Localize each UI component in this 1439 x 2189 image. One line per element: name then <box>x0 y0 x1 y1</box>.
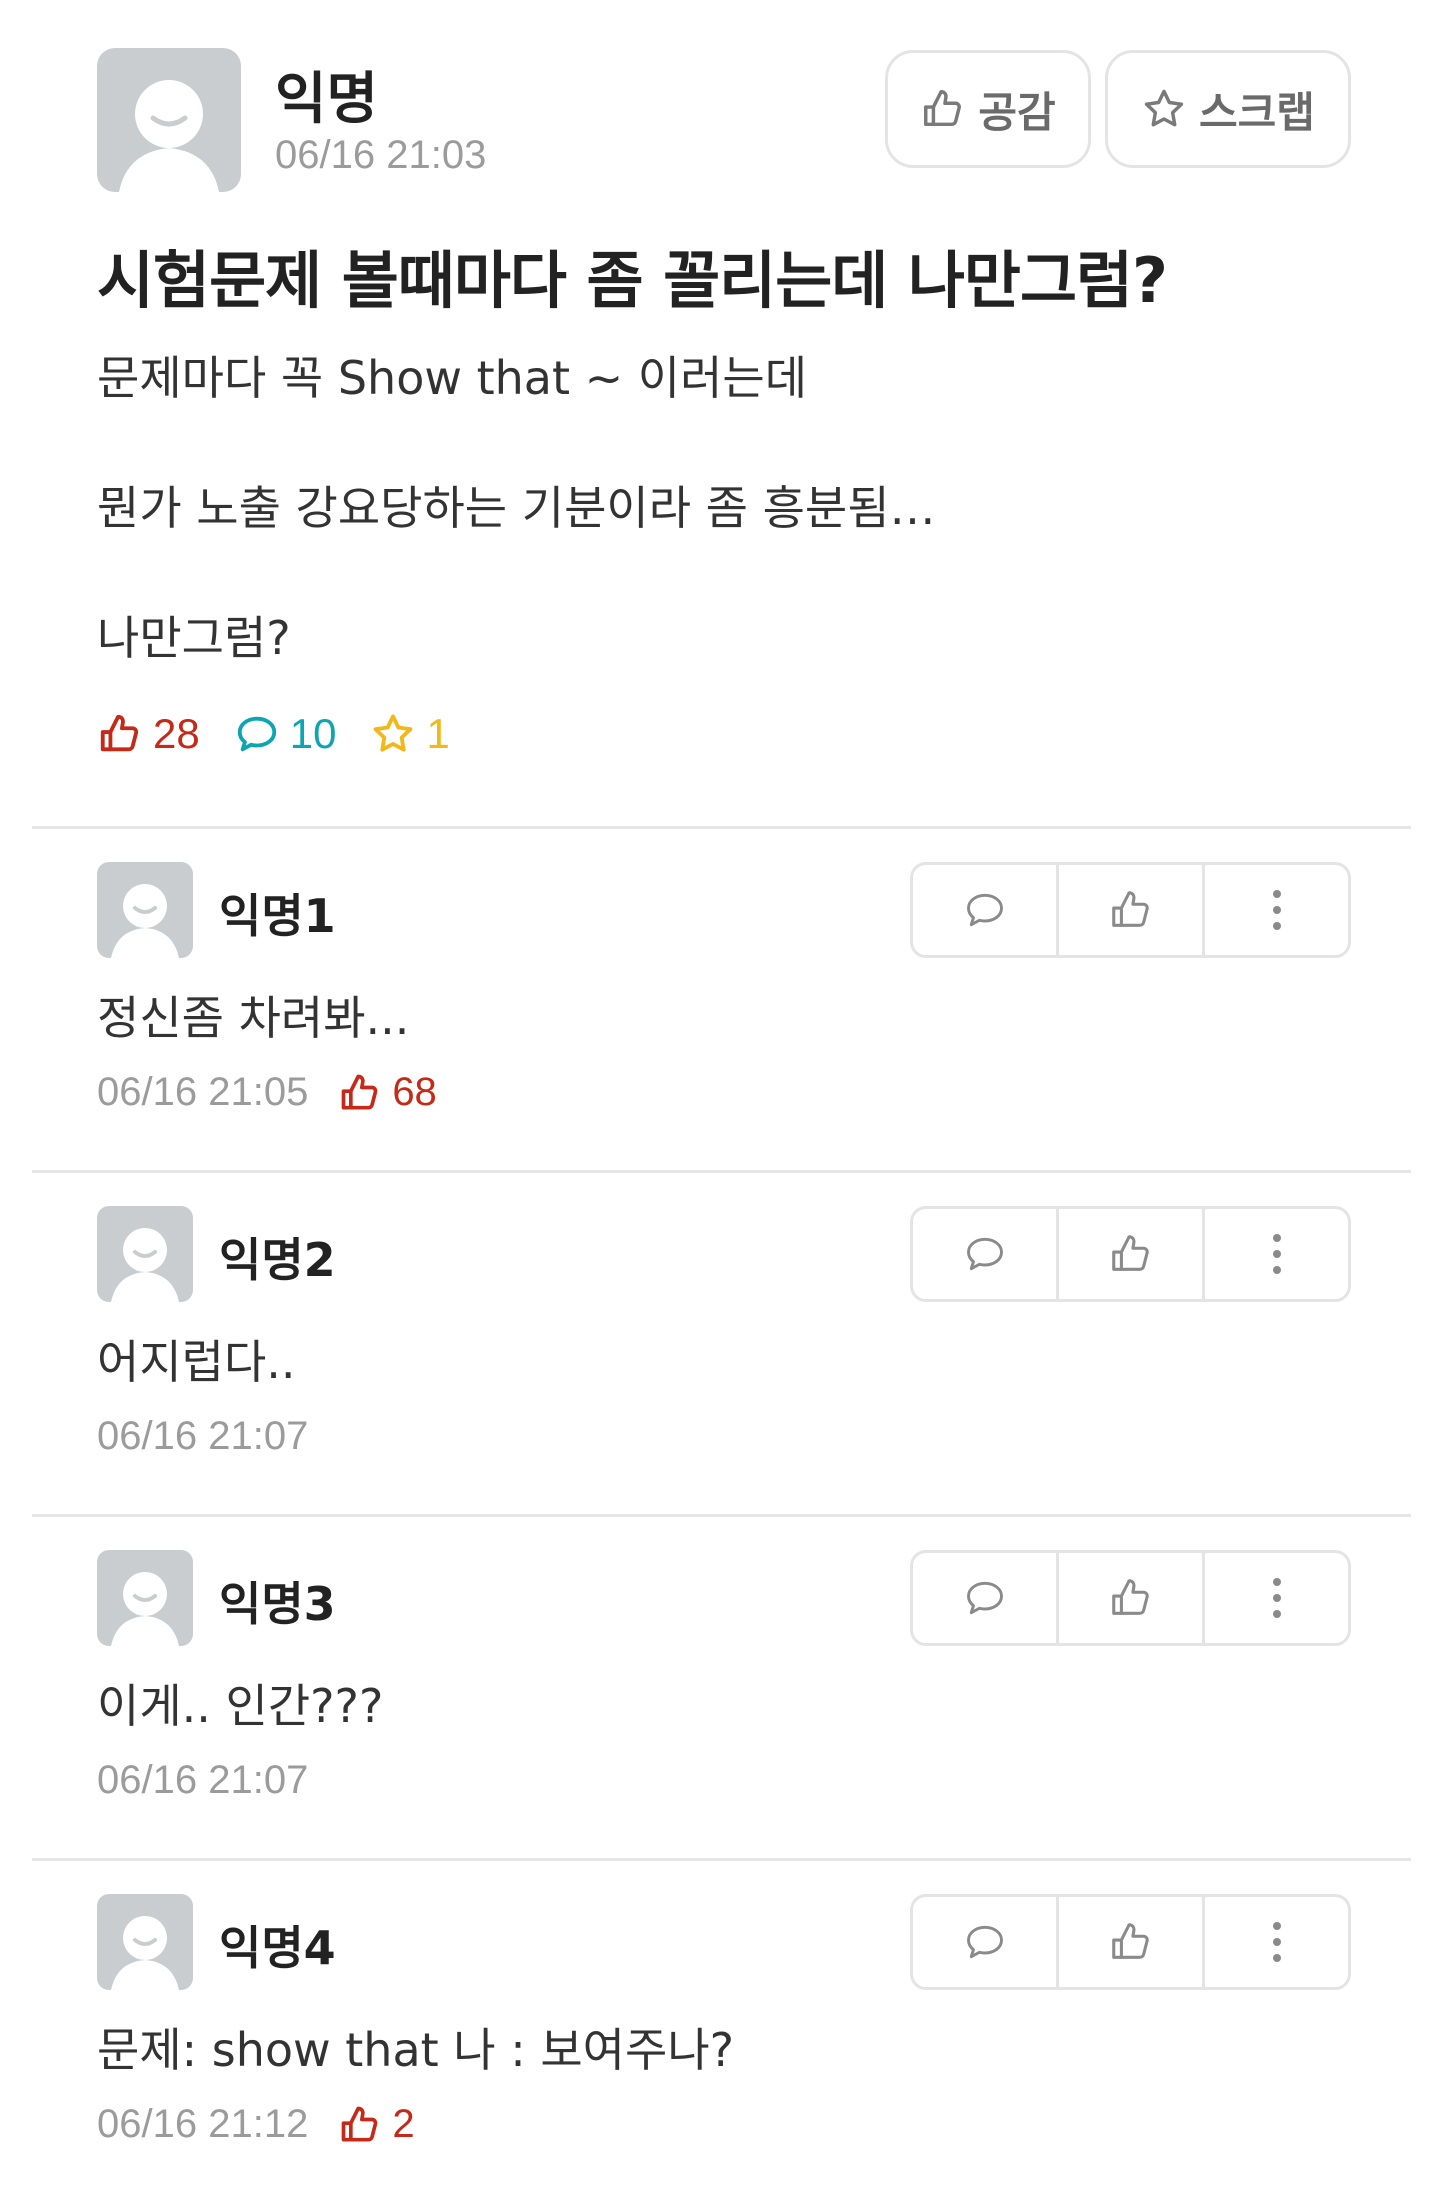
comment-text: 어지럽다.. <box>97 1335 296 1389</box>
more-options-button[interactable] <box>1205 1209 1348 1299</box>
more-options-button[interactable] <box>1205 1897 1348 1987</box>
comment-meta: 06/16 21:07 <box>97 1414 338 1459</box>
divider <box>32 1858 1411 1861</box>
reply-button[interactable] <box>913 1209 1059 1299</box>
like-comment-button[interactable] <box>1059 1553 1205 1643</box>
comment-author: 익명4 <box>219 1921 336 1975</box>
like-post-button[interactable]: 공감 <box>885 50 1091 168</box>
like-comment-button[interactable] <box>1059 1209 1205 1299</box>
thumbs-up-icon <box>1108 887 1154 933</box>
comment-like-count: 2 <box>338 2102 415 2147</box>
divider <box>32 1170 1411 1173</box>
post-title: 시험문제 볼때마다 좀 꼴리는데 나만그럼? <box>97 244 1168 317</box>
comment-meta: 06/16 21:07 <box>97 1758 338 1803</box>
divider <box>32 1514 1411 1517</box>
post-body-line: 뭔가 노출 강요당하는 기분이라 좀 흥분됨… <box>97 481 936 535</box>
comment-timestamp: 06/16 21:12 <box>97 2102 309 2146</box>
thumbs-up-icon <box>920 86 966 132</box>
post-stats: 28 10 1 <box>97 710 484 758</box>
divider <box>32 826 1411 829</box>
thumbs-up-icon <box>1108 1919 1154 1965</box>
thumbs-up-icon <box>97 711 143 757</box>
comment-item: 익명1 정신좀 차려봐... 06/16 21:05 68 <box>97 862 1351 1162</box>
more-vertical-icon <box>1267 1918 1287 1966</box>
comment-item: 익명2 어지럽다.. 06/16 21:07 <box>97 1206 1351 1506</box>
comment-timestamp: 06/16 21:05 <box>97 1070 309 1114</box>
scrap-button[interactable]: 스크랩 <box>1105 50 1351 168</box>
thumbs-up-icon <box>1108 1575 1154 1621</box>
speech-bubble-icon <box>234 711 280 757</box>
comment-count: 10 <box>234 710 336 758</box>
speech-bubble-icon <box>963 1232 1007 1276</box>
more-vertical-icon <box>1267 886 1287 934</box>
post-author: 익명 <box>275 67 379 132</box>
speech-bubble-icon <box>963 1920 1007 1964</box>
post-body-line: 문제마다 꼭 Show that ~ 이러는데 <box>97 351 808 405</box>
like-post-label: 공감 <box>978 87 1056 137</box>
avatar <box>97 1206 193 1302</box>
more-options-button[interactable] <box>1205 1553 1348 1643</box>
comment-author: 익명1 <box>219 889 336 943</box>
comment-author: 익명3 <box>219 1577 336 1631</box>
star-icon <box>1141 86 1187 132</box>
scrap-count: 1 <box>370 710 450 758</box>
avatar <box>97 48 241 192</box>
comment-text: 정신좀 차려봐... <box>97 991 410 1045</box>
comment-meta: 06/16 21:12 2 <box>97 2102 415 2147</box>
comment-action-bar <box>910 1894 1351 1990</box>
comment-author: 익명2 <box>219 1233 336 1287</box>
avatar <box>97 1550 193 1646</box>
reply-button[interactable] <box>913 1897 1059 1987</box>
comment-text: 문제: show that 나 : 보여주나? <box>97 2023 735 2077</box>
reply-button[interactable] <box>913 1553 1059 1643</box>
thumbs-up-icon <box>338 1071 382 1115</box>
like-comment-button[interactable] <box>1059 1897 1205 1987</box>
star-icon <box>370 711 416 757</box>
avatar <box>97 1894 193 1990</box>
speech-bubble-icon <box>963 888 1007 932</box>
avatar <box>97 862 193 958</box>
reply-button[interactable] <box>913 865 1059 955</box>
comment-item: 익명4 문제: show that 나 : 보여주나? 06/16 21:12 … <box>97 1894 1351 2189</box>
more-vertical-icon <box>1267 1574 1287 1622</box>
comment-action-bar <box>910 1550 1351 1646</box>
more-vertical-icon <box>1267 1230 1287 1278</box>
more-options-button[interactable] <box>1205 865 1348 955</box>
like-comment-button[interactable] <box>1059 865 1205 955</box>
comment-timestamp: 06/16 21:07 <box>97 1414 309 1458</box>
comment-meta: 06/16 21:05 68 <box>97 1070 437 1115</box>
scrap-label: 스크랩 <box>1199 87 1315 137</box>
speech-bubble-icon <box>963 1576 1007 1620</box>
comment-action-bar <box>910 1206 1351 1302</box>
comment-action-bar <box>910 862 1351 958</box>
post-body: 문제마다 꼭 Show that ~ 이러는데 뭔가 노출 강요당하는 기분이라… <box>97 350 936 740</box>
comment-like-count: 68 <box>338 1070 437 1115</box>
thumbs-up-icon <box>338 2103 382 2147</box>
comment-text: 이게.. 인간??? <box>97 1679 384 1733</box>
comment-item: 익명3 이게.. 인간??? 06/16 21:07 <box>97 1550 1351 1850</box>
thumbs-up-icon <box>1108 1231 1154 1277</box>
like-count: 28 <box>97 710 200 758</box>
post-timestamp: 06/16 21:03 <box>275 133 487 177</box>
comment-timestamp: 06/16 21:07 <box>97 1758 309 1802</box>
